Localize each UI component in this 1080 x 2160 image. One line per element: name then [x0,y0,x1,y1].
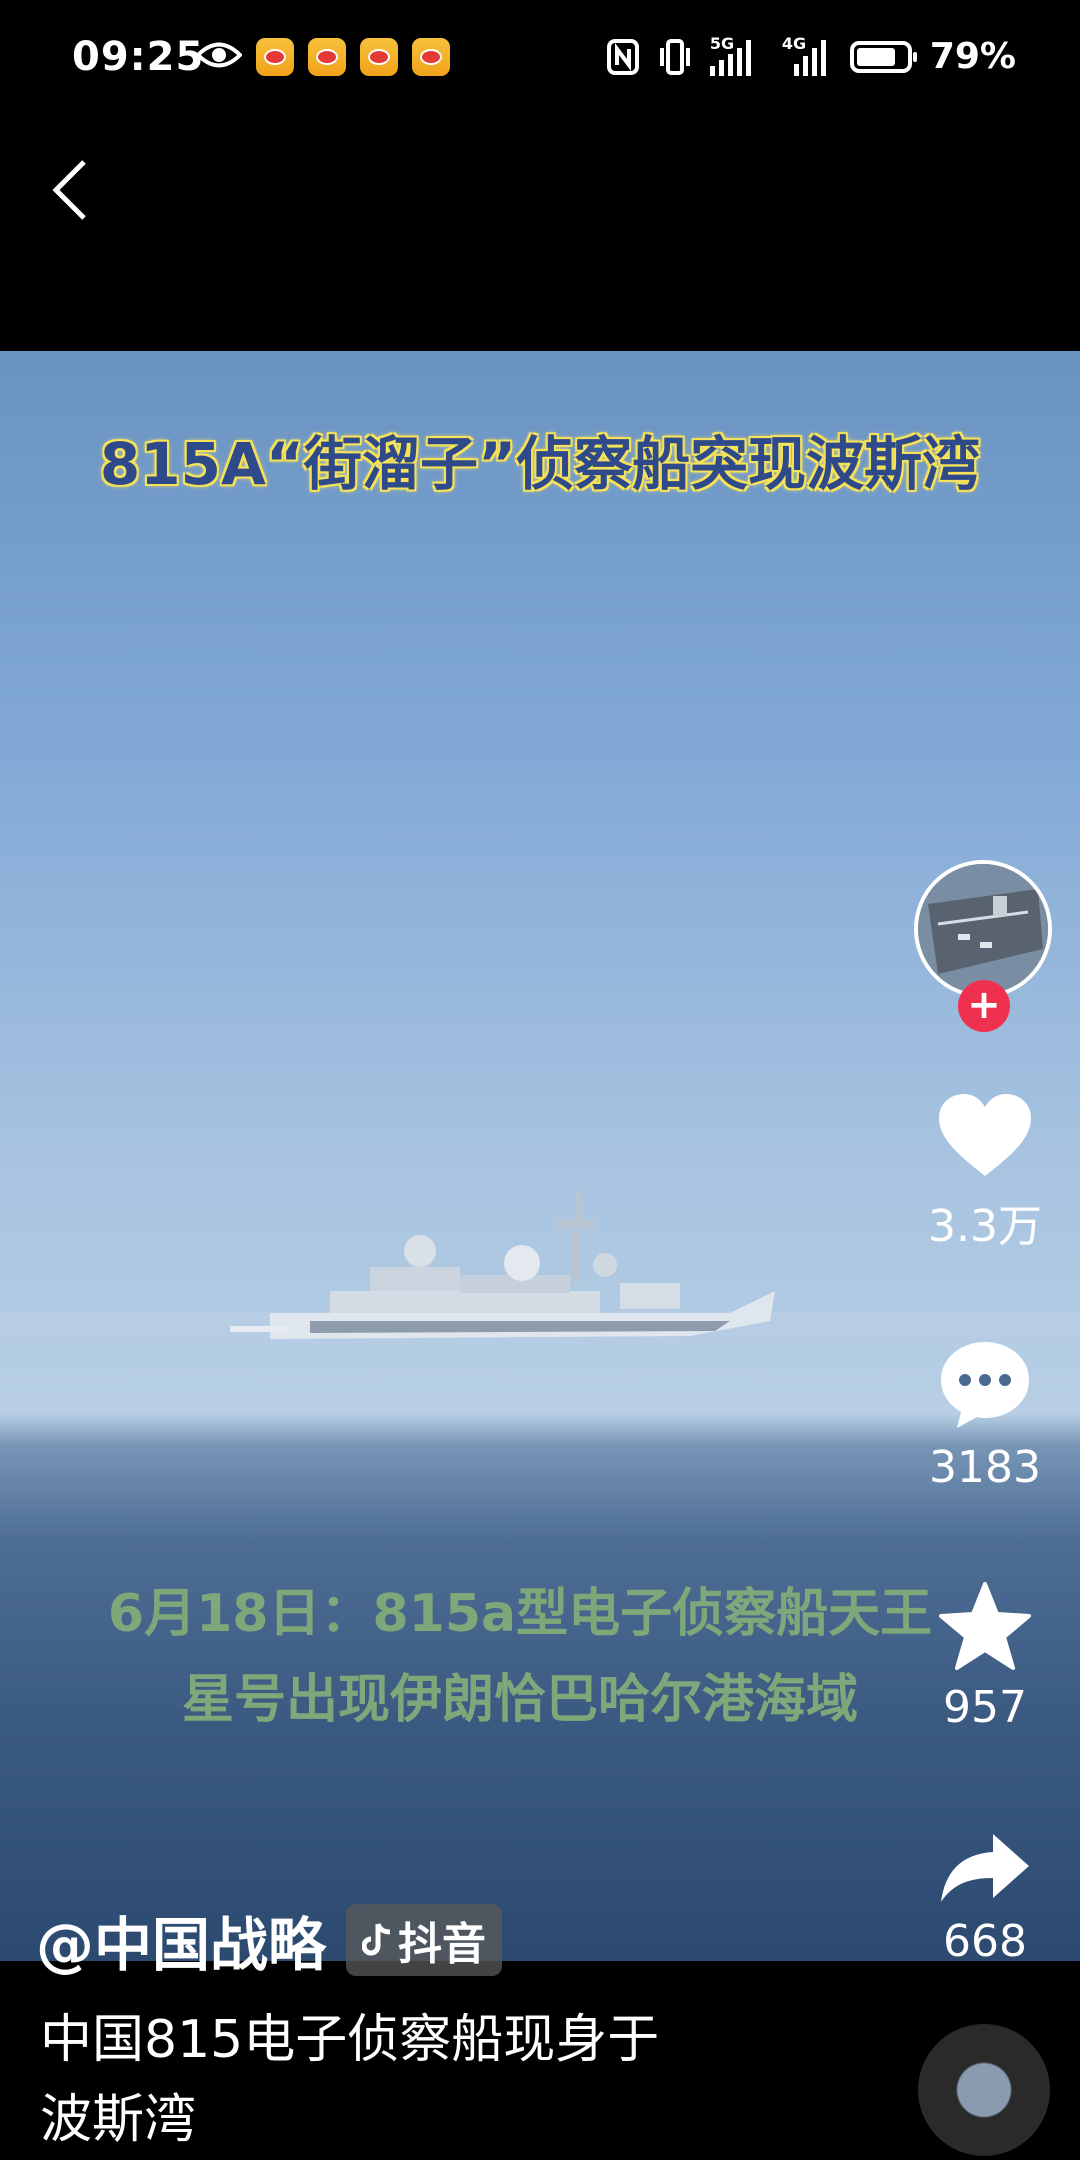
music-disc[interactable] [918,2024,1050,2156]
chevron-left-icon [52,160,86,220]
like-action[interactable]: 3.3万 [910,1092,1060,1254]
video-title-overlay: 815A“街溜子”侦察船突现波斯湾 [99,430,981,498]
author-row: @中国战略 抖音 [36,1898,503,1982]
video-caption-line2: 星号出现伊朗恰巴哈尔港海域 [181,1670,858,1730]
eye-icon [196,42,242,68]
video-description[interactable]: 中国815电子侦察船现身于 [40,2000,659,2080]
system-icons: 5G 4G 79% [606,34,1016,77]
back-button[interactable] [40,150,100,230]
weibo-notification-icon [256,38,294,76]
battery-icon [849,40,917,73]
heart-icon [939,1094,1031,1176]
share-action[interactable]: 668 [910,1832,1060,1967]
weibo-notification-icon [412,38,450,76]
comment-action[interactable]: 3183 [910,1338,1060,1493]
weibo-notification-icon [308,38,346,76]
star-icon [939,1582,1031,1670]
favorite-count: 957 [943,1682,1027,1733]
like-count: 3.3万 [928,1201,1042,1252]
carrier-deck-image [918,864,1048,994]
status-time: 09:25 [72,34,205,80]
vibrate-icon [659,38,690,75]
follow-button[interactable]: + [958,980,1010,1032]
video-description-line2[interactable]: 波斯湾 [40,2080,196,2160]
platform-badge: 抖音 [346,1904,503,1976]
share-count: 668 [943,1916,1027,1967]
battery-percent: 79% [929,36,1016,77]
weibo-notification-icon [360,38,398,76]
douyin-note-icon [362,1923,391,1956]
signal-5g-icon: 5G [709,34,764,76]
share-arrow-icon [941,1834,1029,1902]
comment-icon [941,1342,1029,1428]
nfc-icon [606,38,639,75]
ship-image [230,1191,775,1339]
signal-4g-icon: 4G [782,34,832,76]
platform-label: 抖音 [398,1919,487,1970]
video-caption-line1: 6月18日：815a型电子侦察船天王 [107,1584,933,1644]
author-avatar[interactable] [914,860,1052,998]
status-bar: 09:25 5G 4G 79% [0,0,1080,120]
author-name[interactable]: @中国战略 [36,1898,326,1982]
comment-count: 3183 [929,1442,1041,1493]
notification-icons [256,38,450,76]
favorite-action[interactable]: 957 [910,1582,1060,1733]
